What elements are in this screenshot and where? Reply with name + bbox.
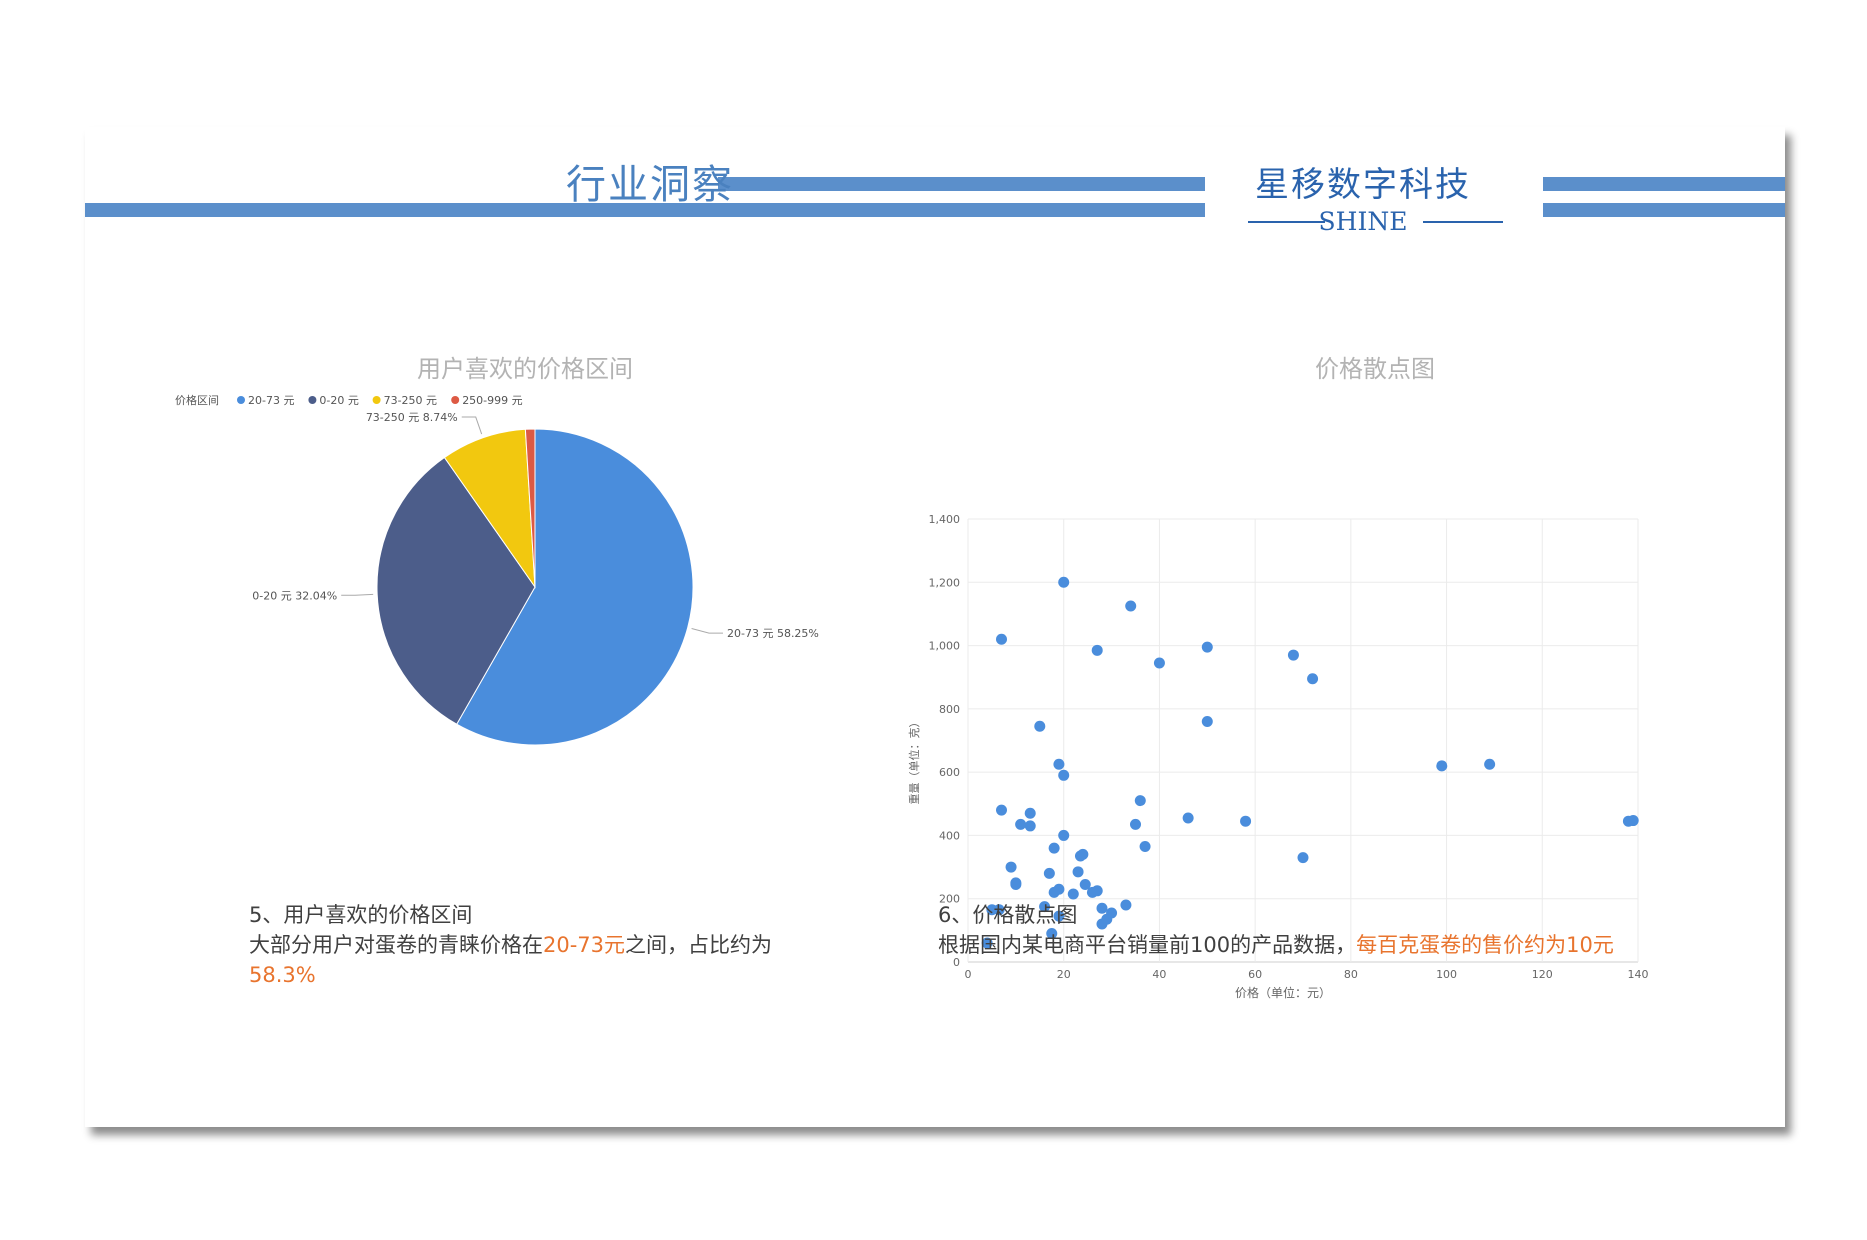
left-caption-highlight-1: 20-73元: [543, 933, 626, 957]
scatter-point: [1130, 818, 1141, 830]
left-caption-body: 大部分用户对蛋卷的青睐价格在20-73元之间，占比约为 58.3%: [249, 930, 809, 990]
scatter-point: [1058, 576, 1070, 588]
x-axis-label: 价格（单位：元）: [1235, 985, 1331, 1000]
scatter-point: [1053, 883, 1065, 895]
scatter-point: [1134, 795, 1146, 807]
scatter-point: [1153, 657, 1165, 669]
page-title: 行业洞察: [566, 162, 734, 208]
scatter-point: [1010, 878, 1022, 890]
y-tick-label: 1,400: [929, 513, 961, 526]
x-tick-label: 40: [1152, 968, 1166, 981]
y-tick-label: 600: [939, 766, 960, 779]
x-tick-label: 140: [1628, 968, 1649, 981]
scatter-point: [1125, 600, 1137, 612]
scatter-point: [1015, 818, 1027, 830]
scatter-point: [1240, 815, 1252, 827]
right-caption-text-1: 根据国内某电商平台销量前100的产品数据，: [938, 933, 1357, 957]
left-caption-text-2: 之间，占比约为: [625, 933, 773, 957]
scatter-point: [1182, 812, 1194, 824]
scatter-point: [996, 804, 1007, 816]
scatter-point: [1053, 758, 1065, 770]
scatter-point: [1484, 758, 1496, 770]
scatter-point: [1297, 852, 1309, 864]
scatter-point: [1436, 760, 1448, 772]
scatter-point: [1091, 885, 1103, 897]
right-caption-body: 根据国内某电商平台销量前100的产品数据，每百克蛋卷的售价约为10元: [938, 930, 1668, 960]
x-tick-label: 100: [1436, 968, 1457, 981]
left-caption: 5、用户喜欢的价格区间 大部分用户对蛋卷的青睐价格在20-73元之间，占比约为 5…: [249, 900, 809, 990]
scatter-point: [1043, 867, 1055, 879]
scatter-point: [1072, 866, 1084, 878]
y-tick-label: 1,200: [929, 576, 961, 589]
x-tick-label: 20: [1057, 968, 1071, 981]
y-tick-label: 400: [939, 829, 960, 842]
left-caption-title: 5、用户喜欢的价格区间: [249, 903, 473, 927]
header-bar-right-top: [1543, 177, 1785, 191]
scatter-point: [1091, 644, 1103, 656]
x-tick-label: 80: [1344, 968, 1358, 981]
scatter-point: [1048, 842, 1060, 854]
header-bar-right-bottom: [1543, 203, 1785, 217]
scatter-point: [1058, 769, 1070, 781]
slide: 行业洞察 星移数字科技 SHINE 用户喜欢的价格区间 价格区间 20-73 元0…: [85, 127, 1785, 1127]
x-tick-label: 0: [965, 968, 972, 981]
header-bar-left-top: [718, 177, 1205, 191]
scatter-point: [1058, 829, 1070, 841]
x-tick-label: 120: [1532, 968, 1553, 981]
scatter-point: [1077, 848, 1089, 860]
scatter-point: [996, 633, 1007, 645]
y-tick-label: 1,000: [929, 640, 961, 653]
scatter-point: [1139, 841, 1151, 853]
scatter-point: [1627, 815, 1639, 827]
right-caption-highlight-1: 每百克蛋卷的售价约为10元: [1356, 933, 1614, 957]
scatter-point: [1307, 673, 1319, 685]
scatter-point: [1005, 861, 1017, 873]
left-caption-highlight-2: 58.3%: [249, 963, 316, 987]
y-tick-label: 800: [939, 703, 960, 716]
y-axis-label: 重量（单位：克）: [907, 717, 921, 805]
scatter-point: [1201, 641, 1213, 653]
brand-name: 星移数字科技: [1255, 165, 1471, 205]
scatter-point: [1067, 888, 1079, 900]
scatter-point: [1024, 807, 1036, 819]
x-tick-label: 60: [1248, 968, 1262, 981]
brand-line-right: [1423, 221, 1503, 223]
scatter-point: [1201, 716, 1213, 728]
scatter-point: [1024, 820, 1036, 832]
left-caption-text-1: 大部分用户对蛋卷的青睐价格在: [249, 933, 543, 957]
scatter-point: [1287, 649, 1299, 661]
right-caption-title: 6、价格散点图: [938, 903, 1078, 927]
right-caption: 6、价格散点图 根据国内某电商平台销量前100的产品数据，每百克蛋卷的售价约为1…: [938, 900, 1668, 960]
scatter-point: [1034, 720, 1046, 732]
